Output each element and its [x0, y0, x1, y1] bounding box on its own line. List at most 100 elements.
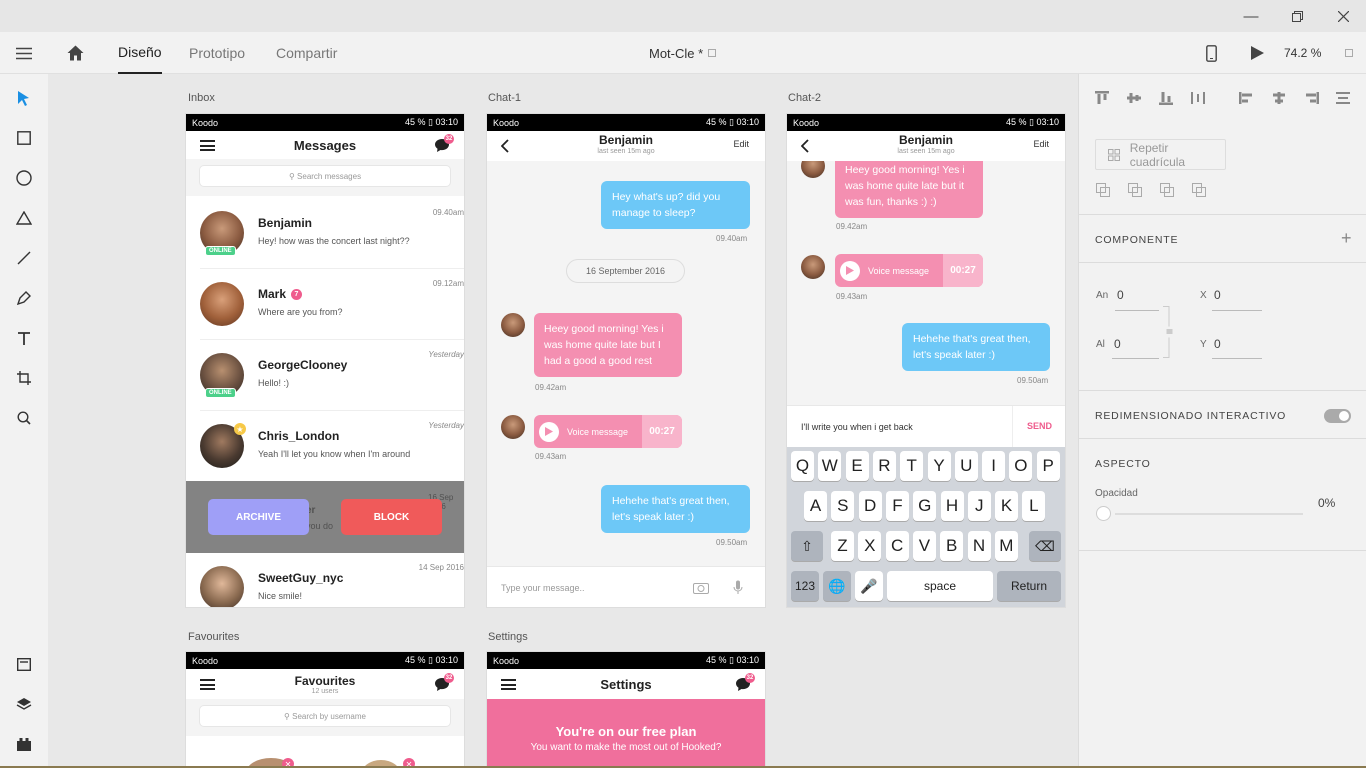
select-tool-icon[interactable] [0, 78, 48, 118]
lock-aspect-icon[interactable] [1163, 306, 1175, 358]
message-row-benjamin[interactable]: ONLINE Benjamin Hey! how was the concert… [200, 198, 464, 269]
responsive-resize-toggle[interactable] [1324, 409, 1351, 423]
design-canvas[interactable]: Inbox Chat-1 Chat-2 Favourites Settings … [48, 74, 1078, 768]
zoom-dropdown-icon[interactable] [1345, 32, 1353, 74]
key-a[interactable]: A [804, 491, 827, 521]
close-icon[interactable] [1320, 0, 1366, 32]
assets-icon[interactable] [0, 644, 48, 684]
message-row-mark[interactable]: Mark 7 Where are you from? 09.12am [200, 269, 464, 340]
key-k[interactable]: K [995, 491, 1019, 521]
boolean-subtract-icon[interactable] [1128, 183, 1144, 197]
shift-key-icon[interactable]: ⇧ [791, 531, 823, 561]
key-g[interactable]: G [913, 491, 937, 521]
numbers-key[interactable]: 123 [791, 571, 819, 601]
artboard-label-favourites[interactable]: Favourites [188, 631, 239, 643]
space-key[interactable]: space [887, 571, 993, 601]
align-center-icon[interactable] [1271, 91, 1287, 105]
message-row-georgeclooney[interactable]: ONLINE GeorgeClooney Hello! :) Yesterday [200, 340, 464, 411]
hamburger-icon[interactable] [200, 140, 215, 151]
globe-key-icon[interactable]: 🌐 [823, 571, 851, 601]
align-right-icon[interactable] [1303, 91, 1319, 105]
message-row-chris-london[interactable]: ★ Chris_London Yeah I'll let you know wh… [200, 411, 464, 482]
edit-button[interactable]: Edit [733, 139, 749, 149]
artboard-label-settings[interactable]: Settings [488, 631, 528, 643]
width-field[interactable]: 0 [1117, 288, 1124, 302]
key-w[interactable]: W [818, 451, 842, 481]
key-i[interactable]: I [982, 451, 1006, 481]
tab-prototype[interactable]: Prototipo [189, 32, 245, 74]
return-key[interactable]: Return [997, 571, 1061, 601]
align-bottom-icon[interactable] [1158, 91, 1174, 105]
add-component-icon[interactable]: + [1341, 228, 1352, 249]
hamburger-icon[interactable] [200, 679, 215, 690]
artboard-settings[interactable]: Koodo 45 % ▯ 03:10 Settings 32 You're on … [487, 652, 765, 768]
key-p[interactable]: P [1036, 451, 1060, 481]
hamburger-icon[interactable] [501, 679, 516, 690]
artboard-tool-icon[interactable] [0, 358, 48, 398]
artboard-label-chat1[interactable]: Chat-1 [488, 92, 521, 104]
restore-icon[interactable] [1274, 0, 1320, 32]
key-d[interactable]: D [858, 491, 882, 521]
device-preview-icon[interactable] [1206, 32, 1217, 74]
menu-icon[interactable] [16, 32, 32, 74]
play-icon[interactable] [539, 421, 559, 442]
tab-design[interactable]: Diseño [118, 32, 162, 74]
artboard-chat1[interactable]: Koodo 45 % ▯ 03:10 Benjamin last seen 15m… [487, 114, 765, 607]
line-tool-icon[interactable] [0, 238, 48, 278]
plugins-icon[interactable] [0, 724, 48, 764]
artboard-inbox[interactable]: Koodo 45 % ▯ 03:10 Messages 32 ⚲ Search m… [186, 114, 464, 607]
play-icon[interactable] [840, 260, 860, 281]
minimize-icon[interactable]: — [1228, 0, 1274, 32]
block-button[interactable]: BLOCK [341, 499, 442, 535]
opacity-slider-thumb[interactable] [1096, 506, 1111, 521]
distribute-horizontal-icon[interactable] [1335, 91, 1351, 105]
mic-key-icon[interactable]: 🎤 [855, 571, 883, 601]
zoom-level[interactable]: 74.2 % [1284, 32, 1321, 74]
opacity-slider-track[interactable] [1115, 513, 1303, 515]
play-icon[interactable] [1251, 32, 1264, 74]
opacity-value[interactable]: 0% [1318, 496, 1335, 510]
key-m[interactable]: M [994, 531, 1018, 561]
zoom-tool-icon[interactable] [0, 398, 48, 438]
voice-message[interactable]: Voice message 00:27 [835, 254, 983, 287]
key-u[interactable]: U [954, 451, 978, 481]
boolean-exclude-icon[interactable] [1192, 183, 1208, 197]
x-field[interactable]: 0 [1214, 288, 1221, 302]
home-icon[interactable] [67, 32, 84, 74]
key-b[interactable]: B [940, 531, 964, 561]
boolean-add-icon[interactable] [1096, 183, 1112, 197]
voice-message[interactable]: Voice message 00:27 [534, 415, 682, 448]
message-input[interactable]: Type your message.. [501, 583, 585, 593]
key-y[interactable]: Y [927, 451, 951, 481]
repeat-grid-button[interactable]: Repetir cuadrícula [1095, 139, 1226, 170]
microphone-icon[interactable] [733, 580, 743, 595]
search-input[interactable]: ⚲ Search by username [200, 706, 450, 726]
edit-button[interactable]: Edit [1033, 139, 1049, 149]
key-t[interactable]: T [900, 451, 924, 481]
key-h[interactable]: H [940, 491, 964, 521]
key-r[interactable]: R [872, 451, 896, 481]
text-tool-icon[interactable] [0, 318, 48, 358]
key-f[interactable]: F [885, 491, 909, 521]
pen-tool-icon[interactable] [0, 278, 48, 318]
key-x[interactable]: X [858, 531, 882, 561]
key-s[interactable]: S [831, 491, 855, 521]
artboard-favourites[interactable]: Koodo 45 % ▯ 03:10 Favourites 12 users 32… [186, 652, 464, 768]
key-q[interactable]: Q [791, 451, 814, 481]
doc-dropdown-icon[interactable] [708, 32, 716, 74]
ellipse-tool-icon[interactable] [0, 158, 48, 198]
boolean-intersect-icon[interactable] [1160, 183, 1176, 197]
key-n[interactable]: N [967, 531, 991, 561]
rectangle-tool-icon[interactable] [0, 118, 48, 158]
key-z[interactable]: Z [831, 531, 854, 561]
distribute-vertical-icon[interactable] [1190, 91, 1206, 105]
align-top-icon[interactable] [1094, 91, 1110, 105]
backspace-key-icon[interactable]: ⌫ [1029, 531, 1061, 561]
y-field[interactable]: 0 [1214, 337, 1221, 351]
send-button[interactable]: SEND [1027, 421, 1052, 431]
key-l[interactable]: L [1022, 491, 1046, 521]
key-e[interactable]: E [845, 451, 869, 481]
artboard-label-inbox[interactable]: Inbox [188, 92, 215, 104]
key-j[interactable]: J [967, 491, 991, 521]
artboard-chat2[interactable]: Heey good morning! Yes i was home quite … [787, 114, 1065, 607]
